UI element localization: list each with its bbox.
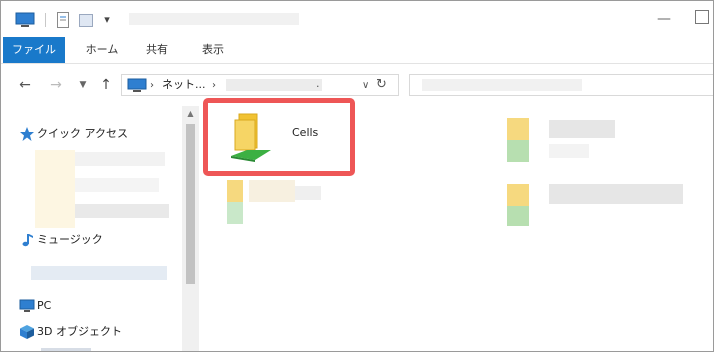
blurred-file-name [549, 144, 589, 158]
nav-item-label: ミュージック [37, 233, 103, 246]
back-arrow-icon[interactable]: ← [15, 75, 35, 95]
nav-item-music[interactable]: ミュージック [22, 230, 103, 250]
star-icon [20, 127, 34, 141]
explorer-window: ▾ — ファイル ホーム 共有 表示 ← → ▼ ↑ › ネット... › . … [0, 0, 714, 352]
nav-item-label: クイック アクセス [37, 127, 128, 140]
nav-item-3d-objects[interactable]: 3D オブジェクト [20, 322, 122, 342]
blurred-nav-text [75, 178, 159, 192]
chevron-right-icon[interactable]: › [212, 77, 216, 95]
refresh-icon[interactable]: ↻ [376, 76, 387, 94]
blurred-file-icon [507, 206, 529, 226]
blurred-nav-item [41, 348, 91, 351]
ribbon-tabs: ファイル ホーム 共有 表示 [1, 37, 713, 64]
address-bar-row: ← → ▼ ↑ › ネット... › . ∨ ↻ [1, 64, 713, 106]
computer-icon[interactable] [15, 12, 35, 28]
nav-item-quick-access[interactable]: クイック アクセス [20, 124, 128, 144]
blurred-file-name [295, 186, 321, 200]
blurred-file-icon [507, 140, 529, 162]
tab-share[interactable]: 共有 [137, 37, 177, 63]
nav-item-label: PC [37, 299, 52, 312]
highlight-box [203, 98, 355, 176]
computer-icon [127, 78, 147, 92]
blurred-file-icon [507, 184, 529, 206]
maximize-button[interactable] [695, 10, 709, 24]
title-bar: ▾ — [1, 1, 713, 37]
blurred-nav-text [75, 204, 169, 218]
nav-item-pc[interactable]: PC [19, 296, 52, 316]
blurred-file-icon [507, 118, 529, 140]
blurred-file-name [549, 184, 683, 204]
blurred-nav-items [35, 150, 75, 228]
blurred-file-name [249, 180, 295, 202]
monitor-icon [19, 299, 35, 312]
properties-icon[interactable] [57, 12, 69, 28]
music-note-icon [22, 234, 33, 247]
new-folder-icon[interactable] [79, 12, 93, 28]
cube-icon [20, 325, 34, 339]
blurred-file-icon [227, 180, 243, 202]
tab-home[interactable]: ホーム [79, 37, 125, 63]
breadcrumb-network[interactable]: ネット... [162, 75, 206, 95]
forward-arrow-icon[interactable]: → [47, 75, 65, 95]
blurred-nav-item [31, 266, 167, 280]
up-arrow-icon[interactable]: ↑ [97, 75, 115, 95]
tab-file[interactable]: ファイル [3, 37, 65, 63]
minimize-button[interactable]: — [653, 9, 675, 29]
toolbar-separator [45, 13, 46, 27]
recent-locations-chevron-icon[interactable]: ▼ [75, 75, 91, 95]
customize-toolbar-dropdown-icon[interactable]: ▾ [101, 12, 113, 28]
search-blurred [422, 79, 582, 91]
breadcrumb-blurred[interactable] [226, 79, 322, 91]
tab-view[interactable]: 表示 [191, 37, 235, 63]
blurred-nav-text [75, 152, 165, 166]
navigation-pane: クイック アクセス ミュージック PC 3D オブジェクト ▲ [1, 106, 199, 351]
scroll-up-icon[interactable]: ▲ [182, 106, 199, 122]
nav-item-label: 3D オブジェクト [37, 325, 122, 338]
search-input[interactable] [409, 74, 713, 96]
breadcrumb-trailing: . [316, 77, 320, 90]
scrollbar-thumb[interactable] [186, 124, 195, 284]
blurred-file-name [549, 120, 615, 138]
address-dropdown-icon[interactable]: ∨ [362, 77, 369, 95]
blurred-file-icon [227, 202, 243, 224]
chevron-right-icon[interactable]: › [150, 77, 154, 95]
window-title-blurred [129, 13, 299, 25]
nav-pane-scrollbar[interactable]: ▲ [182, 106, 199, 351]
address-bar[interactable]: › ネット... › . ∨ ↻ [121, 74, 399, 96]
